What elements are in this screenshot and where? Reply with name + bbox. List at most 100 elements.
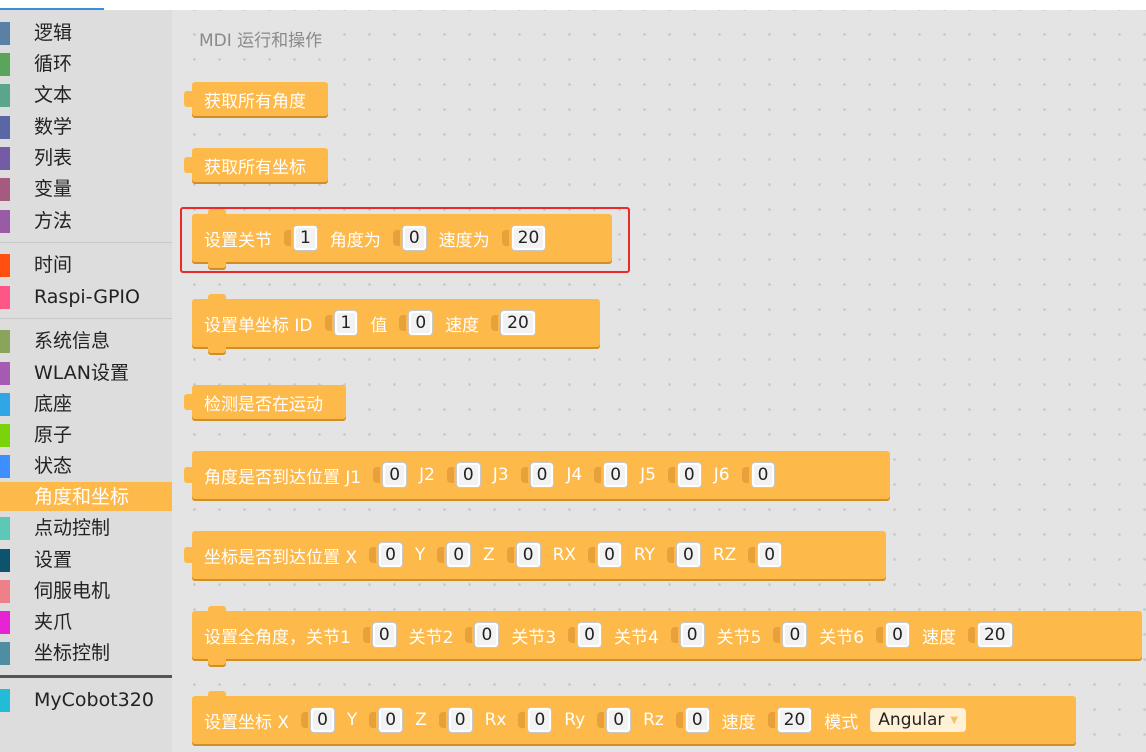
j4-value[interactable]: 0 (603, 462, 629, 488)
j2-value[interactable]: 0 (474, 622, 500, 648)
previous-connector (208, 209, 226, 215)
j5-input[interactable]: 0 (667, 462, 702, 488)
joint-input[interactable]: 1 (284, 225, 318, 251)
rx-input[interactable]: 0 (588, 542, 622, 568)
category-math[interactable]: 数学 (0, 112, 172, 141)
category-lists[interactable]: 列表 (0, 143, 172, 172)
j3-value[interactable]: 0 (529, 462, 555, 488)
category-angles-and-coords[interactable]: 角度和坐标 (0, 482, 172, 511)
x-value[interactable]: 0 (378, 542, 403, 568)
y-input[interactable]: 0 (437, 542, 472, 568)
category-jog-control[interactable]: 点动控制 (0, 513, 172, 542)
j1-value[interactable]: 0 (382, 462, 408, 488)
j5-value[interactable]: 0 (676, 462, 702, 488)
angle-value[interactable]: 0 (401, 225, 427, 251)
send-angle-block[interactable]: 设置关节 1 角度为 0 速度为 20 (192, 209, 612, 268)
z-value[interactable]: 0 (447, 707, 473, 733)
is-in-position-coords-block[interactable]: 坐标是否到达位置 X 0 Y 0 Z 0 RX 0 RY 0 RZ 0 (184, 531, 886, 579)
speed-value[interactable]: 20 (510, 225, 547, 251)
j2-input[interactable]: 0 (465, 622, 500, 648)
category-wlan[interactable]: WLAN设置 (0, 358, 172, 387)
is-in-position-angles-block[interactable]: 角度是否到达位置 J1 0 J2 0 J3 0 J4 0 J5 0 J6 0 (184, 451, 890, 499)
angle-input[interactable]: 0 (392, 225, 427, 251)
speed-input[interactable]: 20 (767, 707, 813, 733)
j4-input[interactable]: 0 (670, 622, 705, 648)
speed-input[interactable]: 20 (967, 622, 1013, 648)
category-gripper[interactable]: 夹爪 (0, 607, 172, 636)
category-base[interactable]: 底座 (0, 389, 172, 418)
j4-value[interactable]: 0 (679, 622, 705, 648)
x-input[interactable]: 0 (369, 542, 403, 568)
x-input[interactable]: 0 (301, 707, 335, 733)
rz-input[interactable]: 0 (748, 542, 783, 568)
category-logic[interactable]: 逻辑 (0, 18, 172, 47)
j3-input[interactable]: 0 (520, 462, 555, 488)
j2-value[interactable]: 0 (455, 462, 481, 488)
category-servo[interactable]: 伺服电机 (0, 576, 172, 605)
ry-value[interactable]: 0 (676, 542, 701, 568)
j1-value[interactable]: 0 (371, 622, 397, 648)
send-coords-block[interactable]: 设置坐标 X 0 Y 0 Z 0 Rx 0 Ry 0 Rz 0 速度 20 模式… (192, 691, 1076, 744)
rx-value[interactable]: 0 (597, 542, 622, 568)
ry-input[interactable]: 0 (667, 542, 701, 568)
value-input[interactable]: 0 (399, 310, 434, 336)
y-value[interactable]: 0 (446, 542, 472, 568)
speed-input[interactable]: 20 (491, 310, 536, 336)
speed-value[interactable]: 20 (500, 310, 536, 336)
rz-input[interactable]: 0 (675, 707, 710, 733)
j3-value[interactable]: 0 (577, 622, 602, 648)
is-moving-block[interactable]: 检测是否在运动 (184, 385, 346, 419)
z-input[interactable]: 0 (438, 707, 473, 733)
j6-input[interactable]: 0 (741, 462, 776, 488)
y-input[interactable]: 0 (369, 707, 404, 733)
category-mycobot320[interactable]: MyCobot320 (0, 685, 172, 714)
category-text[interactable]: 文本 (0, 80, 172, 109)
j2-input[interactable]: 0 (446, 462, 481, 488)
category-coord-control[interactable]: 坐标控制 (0, 638, 172, 667)
speed-value[interactable]: 20 (976, 622, 1013, 648)
j3-input[interactable]: 0 (568, 622, 602, 648)
category-color-swatch (0, 254, 10, 277)
y-value[interactable]: 0 (378, 707, 404, 733)
category-loops[interactable]: 循环 (0, 49, 172, 78)
j1-input[interactable]: 0 (362, 622, 397, 648)
block-label: Rx (484, 710, 507, 730)
rz-value[interactable]: 0 (684, 707, 710, 733)
category-raspi-gpio[interactable]: Raspi-GPIO (0, 282, 172, 311)
category-settings[interactable]: 设置 (0, 545, 172, 574)
z-value[interactable]: 0 (515, 542, 541, 568)
z-input[interactable]: 0 (506, 542, 541, 568)
j6-value[interactable]: 0 (750, 462, 776, 488)
category-atom[interactable]: 原子 (0, 420, 172, 449)
j1-input[interactable]: 0 (373, 462, 408, 488)
category-functions[interactable]: 方法 (0, 206, 172, 235)
ry-value[interactable]: 0 (606, 707, 632, 733)
send-angles-block[interactable]: 设置全角度，关节1 0 关节2 0 关节3 0 关节4 0 关节5 0 关节6 … (192, 606, 1142, 665)
ry-input[interactable]: 0 (597, 707, 632, 733)
get-coords-block[interactable]: 获取所有坐标 (184, 148, 328, 182)
id-input[interactable]: 1 (324, 310, 359, 336)
j6-input[interactable]: 0 (876, 622, 910, 648)
category-status[interactable]: 状态 (0, 451, 172, 480)
id-value[interactable]: 1 (333, 310, 359, 336)
category-variables[interactable]: 变量 (0, 174, 172, 203)
j5-value[interactable]: 0 (782, 622, 808, 648)
j5-input[interactable]: 0 (773, 622, 808, 648)
speed-value[interactable]: 20 (776, 707, 813, 733)
mode-dropdown[interactable]: Angular ▼ (870, 708, 967, 732)
j6-value[interactable]: 0 (885, 622, 910, 648)
rz-value[interactable]: 0 (757, 542, 783, 568)
x-value[interactable]: 0 (310, 707, 335, 733)
speed-input[interactable]: 20 (501, 225, 547, 251)
rx-value[interactable]: 0 (527, 707, 553, 733)
category-system-info[interactable]: 系统信息 (0, 326, 172, 355)
coord-value[interactable]: 0 (408, 310, 434, 336)
joint-value[interactable]: 1 (293, 225, 318, 251)
j4-input[interactable]: 0 (594, 462, 629, 488)
category-time[interactable]: 时间 (0, 250, 172, 279)
block-label: J3 (492, 465, 509, 485)
send-coord-block[interactable]: 设置单坐标 ID 1 值 0 速度 20 (192, 294, 600, 353)
rx-input[interactable]: 0 (518, 707, 553, 733)
block-label: Y (346, 710, 358, 730)
get-angles-block[interactable]: 获取所有角度 (184, 82, 328, 116)
